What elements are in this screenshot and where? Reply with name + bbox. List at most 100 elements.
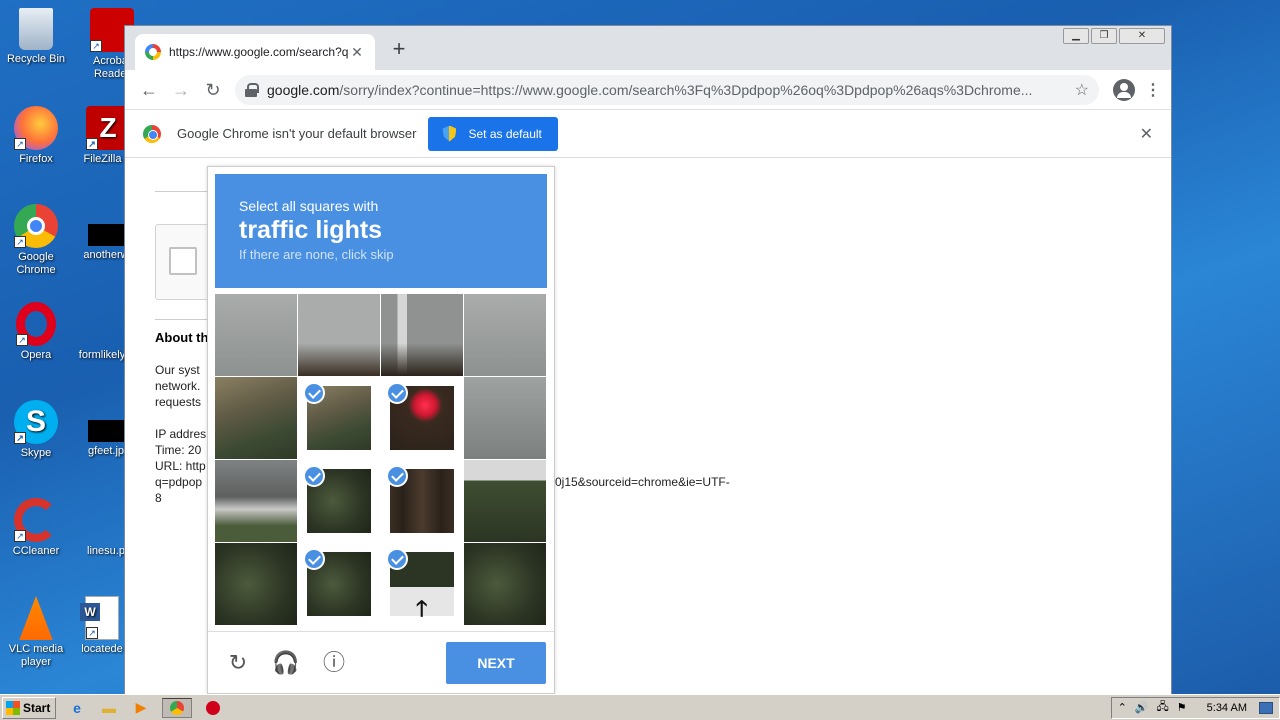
chrome-taskbar-icon[interactable] [162, 697, 192, 718]
grid-tile-selected[interactable] [381, 460, 463, 542]
grid-tile[interactable] [215, 460, 297, 542]
desktop-icon-vlc[interactable]: VLC media player [0, 596, 72, 669]
explorer-taskbar-icon[interactable]: ▬ [98, 698, 120, 718]
close-tab-icon[interactable]: ✕ [349, 44, 365, 61]
minimize-button[interactable]: ▁ [1063, 28, 1089, 44]
grid-tile-selected[interactable] [381, 377, 463, 459]
url-tail: 0j15&sourceid=chrome&ie=UTF- [555, 475, 730, 489]
grid-tile[interactable] [298, 294, 380, 376]
back-button[interactable]: ← [133, 74, 165, 106]
chrome-window: https://www.google.com/search?q= ✕ + ▁ ❐… [124, 25, 1172, 695]
vlc-icon [19, 596, 53, 640]
para-line: Our syst [155, 363, 200, 377]
file-icon [80, 302, 124, 346]
infobar-message: Google Chrome isn't your default browser [177, 126, 417, 141]
grid-tile-selected[interactable] [298, 377, 380, 459]
url-line-cont: q=pdpop [155, 475, 203, 489]
file-icon [88, 224, 124, 246]
desktop-icon-skype[interactable]: S ↗ Skype [0, 400, 72, 460]
start-label: Start [23, 700, 51, 715]
firefox-icon: ↗ [14, 106, 58, 150]
selected-check-icon [386, 548, 408, 570]
tab-strip: https://www.google.com/search?q= ✕ + ▁ ❐… [125, 26, 1171, 70]
skype-icon: S ↗ [14, 400, 58, 444]
desktop-icon-firefox[interactable]: ↗ Firefox [0, 106, 72, 166]
network-icon[interactable]: 🖧 [1157, 698, 1169, 717]
forward-button[interactable]: → [165, 74, 197, 106]
challenge-hint: If there are none, click skip [239, 247, 394, 262]
tray-expand-icon[interactable]: ⌃ [1118, 701, 1127, 714]
url-path: /sorry/index?continue=https://www.google… [339, 81, 1033, 98]
show-desktop-icon[interactable] [1259, 701, 1273, 714]
recycle-bin-icon [19, 8, 53, 50]
grid-tile[interactable] [464, 294, 546, 376]
ie-taskbar-icon[interactable]: e [66, 698, 88, 718]
reload-button[interactable]: ↻ [197, 74, 229, 106]
desktop-icon-label: Opera [20, 349, 52, 361]
selected-check-icon [303, 465, 325, 487]
url-text[interactable]: google.com/sorry/index?continue=https://… [267, 82, 1067, 98]
challenge-header: Select all squares with traffic lights I… [215, 174, 547, 288]
reload-challenge-icon[interactable]: ↻ [224, 649, 252, 677]
media-player-taskbar-icon[interactable]: ▶ [130, 698, 152, 718]
new-tab-button[interactable]: + [387, 38, 411, 62]
opera-taskbar-icon[interactable] [202, 698, 224, 718]
volume-icon[interactable]: 🔊 [1135, 701, 1149, 714]
desktop-icon-ccleaner[interactable]: ↗ CCleaner [0, 498, 72, 558]
google-favicon-icon [145, 44, 161, 60]
url-line-end: 8 [155, 491, 162, 505]
next-button[interactable]: NEXT [446, 642, 546, 684]
uac-shield-icon [442, 125, 457, 142]
infobar-close-icon[interactable]: ✕ [1140, 124, 1153, 144]
desktop-icon-label: formlikely [78, 349, 126, 361]
address-bar[interactable]: google.com/sorry/index?continue=https://… [235, 74, 1099, 105]
selected-check-icon [303, 548, 325, 570]
grid-tile-selected[interactable]: 🡑 [381, 543, 463, 625]
desktop-icon-recycle-bin[interactable]: Recycle Bin [0, 8, 72, 66]
menu-kebab-icon[interactable]: ⋮ [1143, 80, 1163, 100]
grid-tile[interactable] [215, 543, 297, 625]
browser-tab[interactable]: https://www.google.com/search?q= ✕ [135, 34, 375, 70]
grid-tile[interactable] [464, 543, 546, 625]
set-as-default-button[interactable]: Set as default [428, 116, 558, 151]
grid-tile[interactable] [464, 377, 546, 459]
grid-tile[interactable] [215, 294, 297, 376]
bookmark-star-icon[interactable]: ☆ [1075, 80, 1089, 100]
challenge-instruction: Select all squares with [239, 198, 379, 214]
desktop-icon-chrome[interactable]: ↗ Google Chrome [0, 204, 72, 277]
desktop-icon-label: locatede [81, 643, 123, 655]
tab-title: https://www.google.com/search?q= [169, 45, 349, 59]
desktop-icon-label: CCleaner [12, 545, 60, 557]
start-button[interactable]: Start [2, 696, 56, 719]
challenge-footer: ↻ 🎧 ⓘ NEXT [208, 631, 554, 693]
desktop-icon-label: Skype [20, 447, 52, 459]
close-window-button[interactable]: ✕ [1119, 28, 1165, 44]
audio-challenge-icon[interactable]: 🎧 [272, 649, 300, 677]
desktop-icon-label: anotherw [83, 249, 129, 261]
restore-button[interactable]: ❐ [1091, 28, 1117, 44]
grid-tile[interactable] [381, 294, 463, 376]
grid-tile[interactable] [464, 460, 546, 542]
challenge-target: traffic lights [239, 216, 383, 244]
selected-check-icon [303, 382, 325, 404]
selected-check-icon [386, 382, 408, 404]
desktop-icon-opera[interactable]: ↗ Opera [0, 302, 72, 362]
info-icon[interactable]: ⓘ [320, 649, 348, 677]
recaptcha-checkbox[interactable] [169, 247, 197, 275]
file-icon [88, 420, 124, 442]
para-line: requests [155, 395, 202, 409]
grid-tile-selected[interactable] [298, 460, 380, 542]
file-icon [84, 498, 128, 542]
para-line: network. [155, 379, 201, 393]
grid-tile[interactable] [215, 377, 297, 459]
action-center-flag-icon[interactable]: ⚑ [1177, 701, 1187, 714]
clock[interactable]: 5:34 AM [1207, 702, 1247, 714]
recaptcha-challenge: Select all squares with traffic lights I… [207, 166, 555, 694]
desktop-icon-label: Google Chrome [16, 251, 56, 276]
chrome-icon: ↗ [14, 204, 58, 248]
about-heading: About th [155, 330, 209, 345]
lock-icon[interactable] [245, 82, 259, 97]
grid-tile-selected[interactable] [298, 543, 380, 625]
profile-avatar-icon[interactable] [1113, 78, 1135, 101]
page-content: About th Our syst network. requests IP a… [125, 158, 1171, 695]
